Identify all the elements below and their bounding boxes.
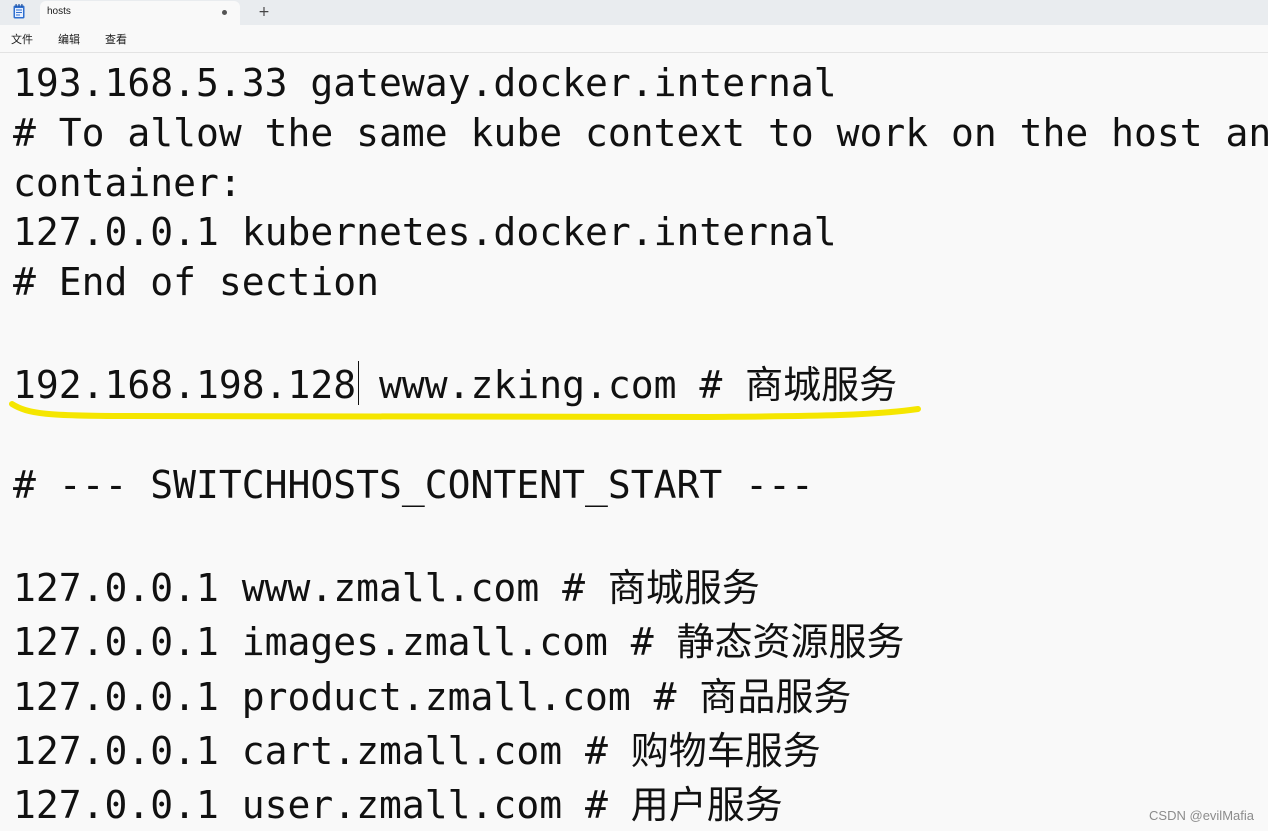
- menu-bar: 文件 编辑 查看: [0, 25, 1268, 53]
- tab-title: hosts: [47, 6, 71, 17]
- menu-file[interactable]: 文件: [11, 31, 33, 47]
- menu-edit[interactable]: 编辑: [58, 31, 80, 47]
- watermark: CSDN @evilMafia: [1149, 808, 1254, 823]
- editor-line: 193.168.5.33 gateway.docker.internal: [13, 61, 837, 105]
- editor-line: 127.0.0.1 kubernetes.docker.internal: [13, 210, 837, 254]
- tab-bar: hosts +: [0, 0, 1268, 25]
- editor-line: container:: [13, 161, 242, 205]
- menu-view[interactable]: 查看: [105, 31, 127, 47]
- notepad-window: hosts + 文件 编辑 查看 193.168.5.33 gateway.do…: [0, 0, 1268, 831]
- editor-line: # --- SWITCHHOSTS_CONTENT_START ---: [13, 463, 814, 507]
- text-editor[interactable]: 193.168.5.33 gateway.docker.internal # T…: [0, 53, 1268, 831]
- editor-line: 192.168.198.128 www.zking.com # 商城服务: [13, 363, 898, 407]
- editor-line: # To allow the same kube context to work…: [13, 111, 1268, 155]
- new-tab-button[interactable]: +: [256, 2, 272, 22]
- editor-line: 127.0.0.1 product.zmall.com # 商品服务: [13, 675, 852, 719]
- editor-line: # End of section: [13, 260, 380, 304]
- editor-line: 127.0.0.1 images.zmall.com # 静态资源服务: [13, 620, 905, 664]
- editor-line: 127.0.0.1 cart.zmall.com # 购物车服务: [13, 729, 821, 773]
- editor-line: 127.0.0.1 user.zmall.com # 用户服务: [13, 783, 783, 827]
- text-cursor: [358, 361, 359, 405]
- notepad-icon: [13, 4, 25, 19]
- tab-hosts[interactable]: hosts: [40, 1, 240, 25]
- unsaved-dot-icon[interactable]: [222, 10, 227, 15]
- editor-line: 127.0.0.1 www.zmall.com # 商城服务: [13, 566, 760, 610]
